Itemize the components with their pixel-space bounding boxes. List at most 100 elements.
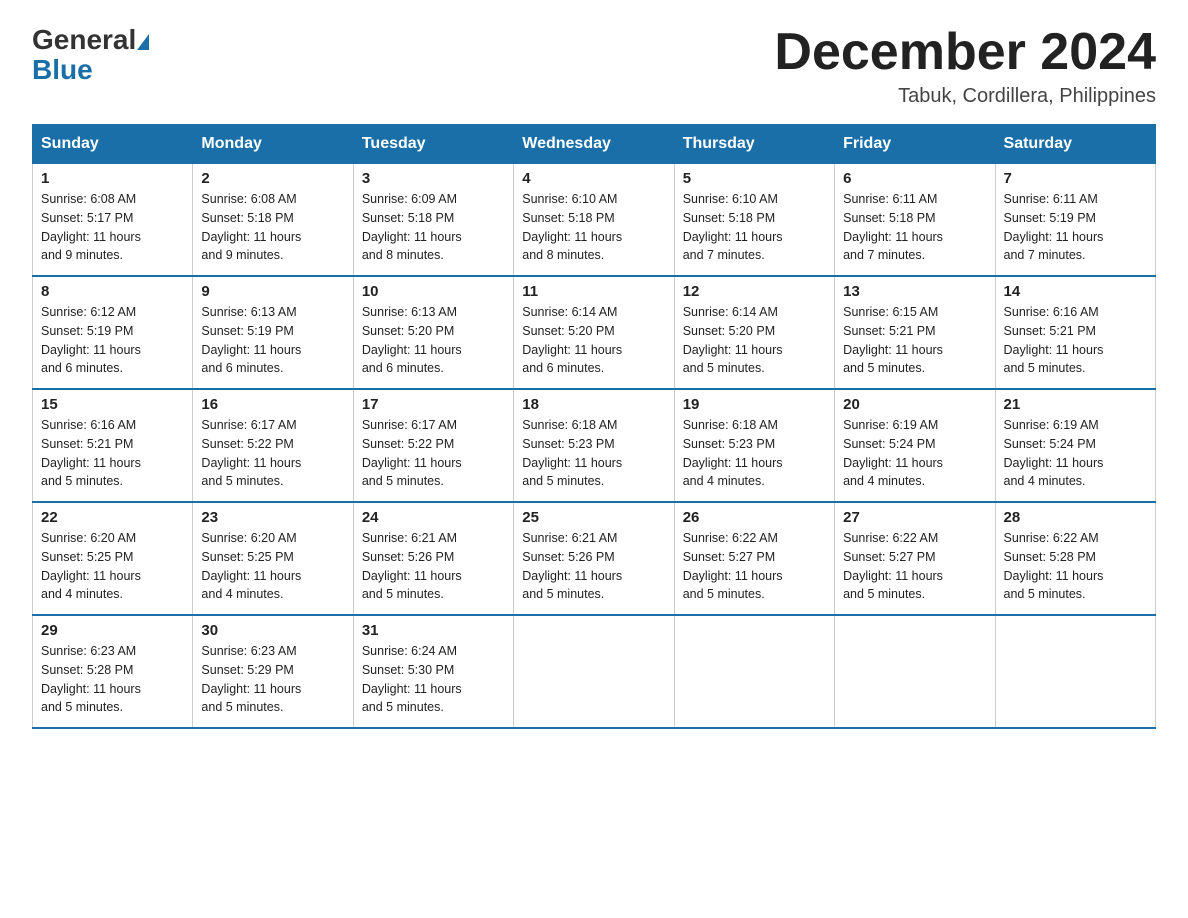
day-info: Sunrise: 6:14 AM Sunset: 5:20 PM Dayligh… <box>683 303 826 378</box>
header-saturday: Saturday <box>995 125 1155 164</box>
day-info: Sunrise: 6:10 AM Sunset: 5:18 PM Dayligh… <box>683 190 826 265</box>
calendar-cell: 2 Sunrise: 6:08 AM Sunset: 5:18 PM Dayli… <box>193 164 353 277</box>
day-info: Sunrise: 6:17 AM Sunset: 5:22 PM Dayligh… <box>362 416 505 491</box>
calendar-cell: 14 Sunrise: 6:16 AM Sunset: 5:21 PM Dayl… <box>995 276 1155 389</box>
day-info: Sunrise: 6:12 AM Sunset: 5:19 PM Dayligh… <box>41 303 184 378</box>
calendar-cell <box>674 615 834 728</box>
calendar-cell: 20 Sunrise: 6:19 AM Sunset: 5:24 PM Dayl… <box>835 389 995 502</box>
day-number: 23 <box>201 509 344 526</box>
day-info: Sunrise: 6:22 AM Sunset: 5:27 PM Dayligh… <box>683 529 826 604</box>
calendar-cell: 5 Sunrise: 6:10 AM Sunset: 5:18 PM Dayli… <box>674 164 834 277</box>
day-info: Sunrise: 6:09 AM Sunset: 5:18 PM Dayligh… <box>362 190 505 265</box>
calendar-cell: 3 Sunrise: 6:09 AM Sunset: 5:18 PM Dayli… <box>353 164 513 277</box>
day-number: 24 <box>362 509 505 526</box>
day-number: 1 <box>41 170 184 187</box>
calendar-cell <box>995 615 1155 728</box>
calendar-cell: 18 Sunrise: 6:18 AM Sunset: 5:23 PM Dayl… <box>514 389 674 502</box>
day-info: Sunrise: 6:11 AM Sunset: 5:19 PM Dayligh… <box>1004 190 1147 265</box>
day-info: Sunrise: 6:17 AM Sunset: 5:22 PM Dayligh… <box>201 416 344 491</box>
calendar-cell: 21 Sunrise: 6:19 AM Sunset: 5:24 PM Dayl… <box>995 389 1155 502</box>
header-tuesday: Tuesday <box>353 125 513 164</box>
day-number: 9 <box>201 283 344 300</box>
day-number: 28 <box>1004 509 1147 526</box>
calendar-cell <box>835 615 995 728</box>
calendar-cell: 25 Sunrise: 6:21 AM Sunset: 5:26 PM Dayl… <box>514 502 674 615</box>
calendar-cell: 11 Sunrise: 6:14 AM Sunset: 5:20 PM Dayl… <box>514 276 674 389</box>
calendar-cell: 28 Sunrise: 6:22 AM Sunset: 5:28 PM Dayl… <box>995 502 1155 615</box>
day-info: Sunrise: 6:22 AM Sunset: 5:27 PM Dayligh… <box>843 529 986 604</box>
day-number: 12 <box>683 283 826 300</box>
day-info: Sunrise: 6:23 AM Sunset: 5:29 PM Dayligh… <box>201 642 344 717</box>
calendar-cell: 30 Sunrise: 6:23 AM Sunset: 5:29 PM Dayl… <box>193 615 353 728</box>
day-info: Sunrise: 6:16 AM Sunset: 5:21 PM Dayligh… <box>1004 303 1147 378</box>
day-info: Sunrise: 6:24 AM Sunset: 5:30 PM Dayligh… <box>362 642 505 717</box>
subtitle: Tabuk, Cordillera, Philippines <box>774 85 1156 108</box>
calendar-cell: 1 Sunrise: 6:08 AM Sunset: 5:17 PM Dayli… <box>33 164 193 277</box>
day-number: 6 <box>843 170 986 187</box>
calendar-cell: 17 Sunrise: 6:17 AM Sunset: 5:22 PM Dayl… <box>353 389 513 502</box>
day-number: 18 <box>522 396 665 413</box>
calendar-cell: 8 Sunrise: 6:12 AM Sunset: 5:19 PM Dayli… <box>33 276 193 389</box>
calendar-cell: 13 Sunrise: 6:15 AM Sunset: 5:21 PM Dayl… <box>835 276 995 389</box>
day-info: Sunrise: 6:15 AM Sunset: 5:21 PM Dayligh… <box>843 303 986 378</box>
day-number: 30 <box>201 622 344 639</box>
calendar-week-3: 15 Sunrise: 6:16 AM Sunset: 5:21 PM Dayl… <box>33 389 1156 502</box>
day-info: Sunrise: 6:21 AM Sunset: 5:26 PM Dayligh… <box>522 529 665 604</box>
calendar-table: Sunday Monday Tuesday Wednesday Thursday… <box>32 124 1156 729</box>
day-number: 17 <box>362 396 505 413</box>
calendar-cell: 6 Sunrise: 6:11 AM Sunset: 5:18 PM Dayli… <box>835 164 995 277</box>
calendar-week-1: 1 Sunrise: 6:08 AM Sunset: 5:17 PM Dayli… <box>33 164 1156 277</box>
day-info: Sunrise: 6:10 AM Sunset: 5:18 PM Dayligh… <box>522 190 665 265</box>
day-number: 11 <box>522 283 665 300</box>
page-header: General Blue December 2024 Tabuk, Cordil… <box>32 24 1156 108</box>
day-info: Sunrise: 6:18 AM Sunset: 5:23 PM Dayligh… <box>522 416 665 491</box>
calendar-cell: 27 Sunrise: 6:22 AM Sunset: 5:27 PM Dayl… <box>835 502 995 615</box>
calendar-cell: 15 Sunrise: 6:16 AM Sunset: 5:21 PM Dayl… <box>33 389 193 502</box>
calendar-cell: 24 Sunrise: 6:21 AM Sunset: 5:26 PM Dayl… <box>353 502 513 615</box>
calendar-cell: 22 Sunrise: 6:20 AM Sunset: 5:25 PM Dayl… <box>33 502 193 615</box>
main-title: December 2024 <box>774 24 1156 81</box>
calendar-cell: 23 Sunrise: 6:20 AM Sunset: 5:25 PM Dayl… <box>193 502 353 615</box>
day-number: 8 <box>41 283 184 300</box>
day-number: 27 <box>843 509 986 526</box>
day-info: Sunrise: 6:13 AM Sunset: 5:19 PM Dayligh… <box>201 303 344 378</box>
day-number: 31 <box>362 622 505 639</box>
header-wednesday: Wednesday <box>514 125 674 164</box>
day-info: Sunrise: 6:21 AM Sunset: 5:26 PM Dayligh… <box>362 529 505 604</box>
calendar-cell: 19 Sunrise: 6:18 AM Sunset: 5:23 PM Dayl… <box>674 389 834 502</box>
logo-triangle-icon <box>137 34 149 50</box>
header-monday: Monday <box>193 125 353 164</box>
day-info: Sunrise: 6:19 AM Sunset: 5:24 PM Dayligh… <box>843 416 986 491</box>
calendar-cell <box>514 615 674 728</box>
day-number: 7 <box>1004 170 1147 187</box>
calendar-week-2: 8 Sunrise: 6:12 AM Sunset: 5:19 PM Dayli… <box>33 276 1156 389</box>
day-info: Sunrise: 6:14 AM Sunset: 5:20 PM Dayligh… <box>522 303 665 378</box>
header-thursday: Thursday <box>674 125 834 164</box>
day-number: 26 <box>683 509 826 526</box>
day-info: Sunrise: 6:23 AM Sunset: 5:28 PM Dayligh… <box>41 642 184 717</box>
day-number: 25 <box>522 509 665 526</box>
day-number: 20 <box>843 396 986 413</box>
calendar-cell: 16 Sunrise: 6:17 AM Sunset: 5:22 PM Dayl… <box>193 389 353 502</box>
day-info: Sunrise: 6:08 AM Sunset: 5:18 PM Dayligh… <box>201 190 344 265</box>
calendar-cell: 29 Sunrise: 6:23 AM Sunset: 5:28 PM Dayl… <box>33 615 193 728</box>
calendar-cell: 9 Sunrise: 6:13 AM Sunset: 5:19 PM Dayli… <box>193 276 353 389</box>
day-info: Sunrise: 6:20 AM Sunset: 5:25 PM Dayligh… <box>41 529 184 604</box>
day-number: 10 <box>362 283 505 300</box>
day-number: 3 <box>362 170 505 187</box>
logo: General Blue <box>32 24 150 86</box>
day-number: 13 <box>843 283 986 300</box>
day-info: Sunrise: 6:13 AM Sunset: 5:20 PM Dayligh… <box>362 303 505 378</box>
day-info: Sunrise: 6:19 AM Sunset: 5:24 PM Dayligh… <box>1004 416 1147 491</box>
calendar-cell: 10 Sunrise: 6:13 AM Sunset: 5:20 PM Dayl… <box>353 276 513 389</box>
calendar-cell: 7 Sunrise: 6:11 AM Sunset: 5:19 PM Dayli… <box>995 164 1155 277</box>
day-number: 14 <box>1004 283 1147 300</box>
day-info: Sunrise: 6:11 AM Sunset: 5:18 PM Dayligh… <box>843 190 986 265</box>
calendar-cell: 12 Sunrise: 6:14 AM Sunset: 5:20 PM Dayl… <box>674 276 834 389</box>
day-info: Sunrise: 6:08 AM Sunset: 5:17 PM Dayligh… <box>41 190 184 265</box>
title-section: December 2024 Tabuk, Cordillera, Philipp… <box>774 24 1156 108</box>
calendar-week-5: 29 Sunrise: 6:23 AM Sunset: 5:28 PM Dayl… <box>33 615 1156 728</box>
day-info: Sunrise: 6:20 AM Sunset: 5:25 PM Dayligh… <box>201 529 344 604</box>
day-number: 22 <box>41 509 184 526</box>
calendar-header-row: Sunday Monday Tuesday Wednesday Thursday… <box>33 125 1156 164</box>
